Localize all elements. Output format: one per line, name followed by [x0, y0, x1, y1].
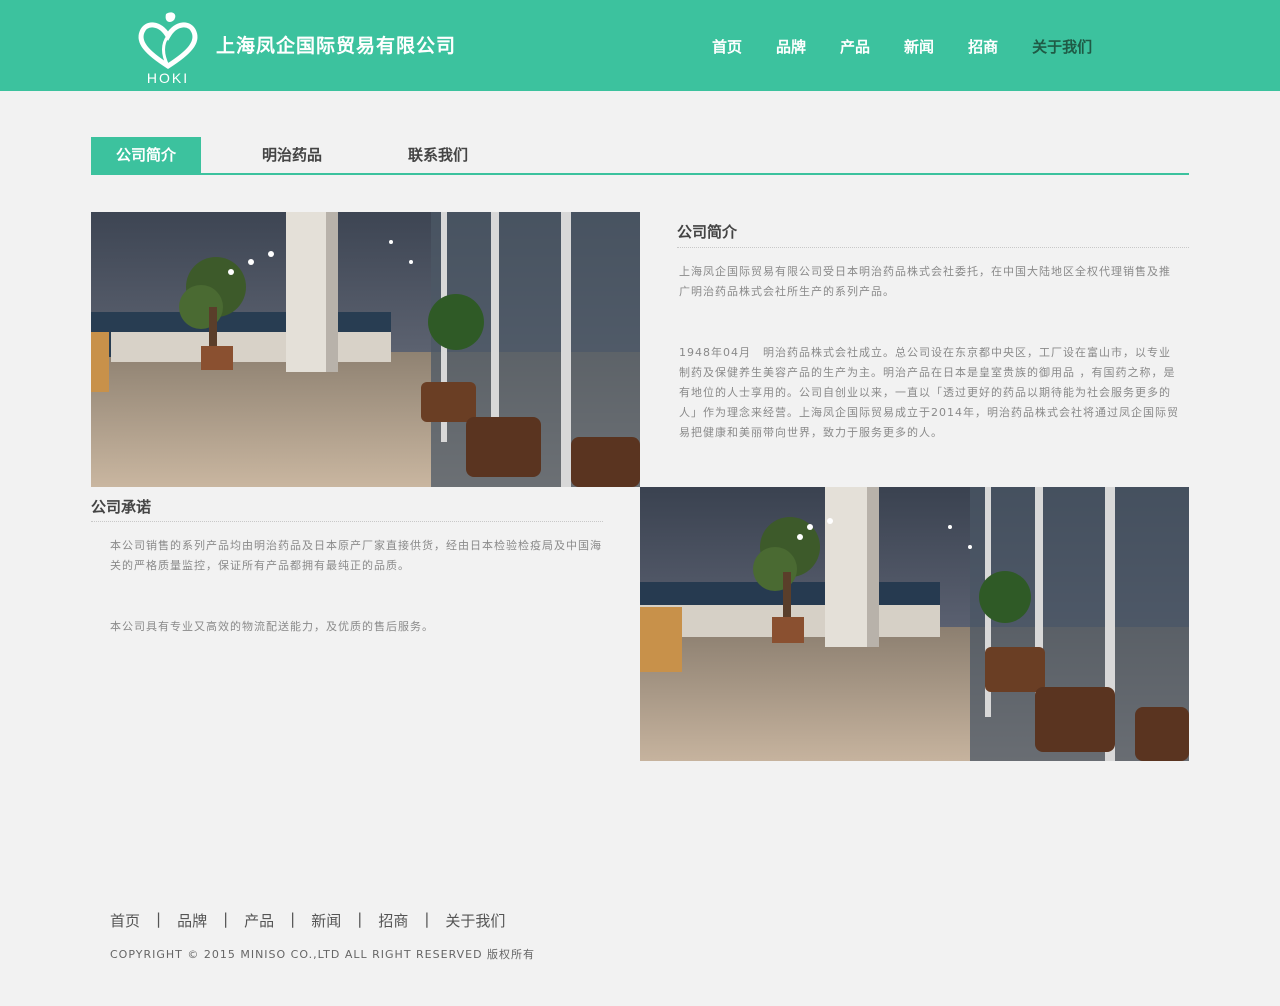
- site-header: HOKI 上海凤企国际贸易有限公司 首页 品牌 产品 新闻 招商 关于我们: [0, 0, 1280, 91]
- nav-home[interactable]: 首页: [712, 36, 742, 57]
- intro-title: 公司简介: [677, 223, 738, 241]
- office-photo-1: [91, 212, 640, 487]
- footer-link-investment[interactable]: 招商: [378, 910, 408, 931]
- tab-contact-us[interactable]: 联系我们: [383, 137, 493, 173]
- nav-about-us[interactable]: 关于我们: [1032, 36, 1092, 57]
- footer-separator: |: [223, 910, 229, 928]
- footer-link-news[interactable]: 新闻: [311, 910, 341, 931]
- logo-wordmark: HOKI: [147, 70, 189, 86]
- footer-separator: |: [290, 910, 296, 928]
- footer-separator: |: [424, 910, 430, 928]
- office-photo-2: [640, 487, 1189, 761]
- intro-paragraph-2: 1948年04月 明治药品株式会社成立。总公司设在东京都中央区，工厂设在富山市，…: [679, 346, 1179, 439]
- footer-link-home[interactable]: 首页: [110, 910, 140, 931]
- nav-brand[interactable]: 品牌: [776, 36, 806, 57]
- promise-title: 公司承诺: [91, 498, 152, 516]
- promise-divider: [91, 521, 603, 522]
- heart-logo-icon: HOKI: [138, 12, 198, 86]
- footer-separator: |: [357, 910, 363, 928]
- tab-meiji-pharma[interactable]: 明治药品: [237, 137, 347, 173]
- nav-products[interactable]: 产品: [840, 36, 870, 57]
- footer-link-products[interactable]: 产品: [244, 910, 274, 931]
- tab-company-profile[interactable]: 公司简介: [91, 137, 201, 173]
- footer-link-about-us[interactable]: 关于我们: [445, 910, 505, 931]
- copyright-text: COPYRIGHT © 2015 MINISO CO.,LTD ALL RIGH…: [110, 948, 536, 961]
- intro-paragraph-1: 上海凤企国际贸易有限公司受日本明治药品株式会社委托，在中国大陆地区全权代理销售及…: [679, 265, 1171, 298]
- promise-paragraph-1: 本公司销售的系列产品均由明治药品及日本原产厂家直接供货，经由日本检验检疫局及中国…: [110, 539, 602, 572]
- footer-nav: 首页 | 品牌 | 产品 | 新闻 | 招商 | 关于我们: [110, 910, 505, 931]
- footer-separator: |: [156, 910, 162, 928]
- company-name: 上海凤企国际贸易有限公司: [216, 35, 457, 57]
- hoki-logo[interactable]: HOKI: [132, 6, 204, 86]
- nav-investment[interactable]: 招商: [968, 36, 998, 57]
- intro-divider: [677, 247, 1189, 248]
- nav-news[interactable]: 新闻: [904, 36, 934, 57]
- about-tabs: 公司简介 明治药品 联系我们: [91, 137, 1189, 175]
- main-nav: 首页 品牌 产品 新闻 招商 关于我们: [712, 36, 1126, 57]
- promise-paragraph-2: 本公司具有专业又高效的物流配送能力，及优质的售后服务。: [110, 620, 434, 633]
- footer-link-brand[interactable]: 品牌: [177, 910, 207, 931]
